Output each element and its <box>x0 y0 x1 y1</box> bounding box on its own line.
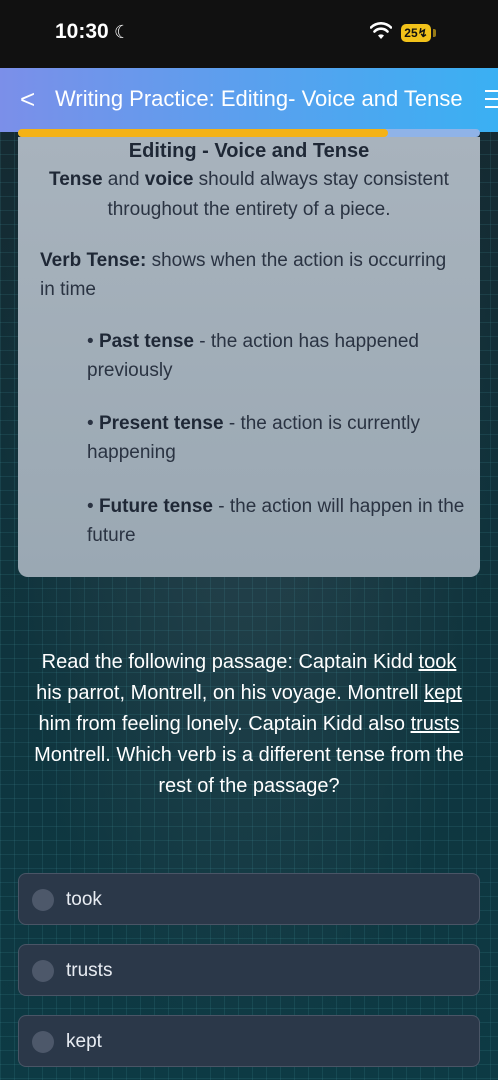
radio-button[interactable] <box>32 889 54 911</box>
verb-tense-definition: Verb Tense: shows when the action is occ… <box>40 250 447 300</box>
progress-fill <box>18 129 388 137</box>
answer-label: trusts <box>66 960 113 981</box>
question-text: Read the following passage: Captain Kidd… <box>34 651 464 797</box>
battery-tip <box>433 29 436 37</box>
term-voice: voice <box>144 169 194 190</box>
answer-option-kept[interactable]: kept <box>18 1015 480 1067</box>
radio-button[interactable] <box>32 1031 54 1053</box>
underlined-verb-kept: kept <box>424 682 462 704</box>
lesson-progress-bar <box>18 129 480 137</box>
underlined-verb-trusts: trusts <box>410 713 460 735</box>
menu-icon[interactable] <box>485 90 498 110</box>
underlined-verb-took: took <box>418 651 457 673</box>
lesson-card: Editing - Voice and Tense Tense and voic… <box>18 137 480 577</box>
answer-label: took <box>66 889 102 910</box>
bullet-present-tense: • Present tense - the action is currentl… <box>87 413 420 463</box>
lesson-title: Editing - Voice and Tense <box>128 140 370 162</box>
term-tense: Tense <box>49 169 103 190</box>
charging-bolt-icon: ↯ <box>417 26 428 40</box>
radio-button[interactable] <box>32 960 54 982</box>
lesson-intro: Tense and voice should always stay consi… <box>49 169 449 220</box>
page-title: Writing Practice: Editing- Voice and Ten… <box>55 86 463 111</box>
battery-icon: 25↯ <box>401 24 431 42</box>
moon-icon: ☾ <box>114 22 131 42</box>
verb-tense-label: Verb Tense: <box>40 250 147 271</box>
back-button[interactable]: < <box>20 86 35 112</box>
app-header: < Writing Practice: Editing- Voice and T… <box>0 68 498 132</box>
answer-option-trusts[interactable]: trusts <box>18 944 480 996</box>
bullet-past-tense: • Past tense - the action has happened p… <box>87 331 419 381</box>
bullet-future-tense: • Future tense - the action will happen … <box>87 496 465 546</box>
status-bar: 10:30 ☾ 25↯ <box>0 0 498 68</box>
answer-label: kept <box>66 1031 102 1052</box>
wifi-icon <box>370 22 392 39</box>
answer-option-took[interactable]: took <box>18 873 480 925</box>
battery-level: 25 <box>404 26 418 40</box>
status-time: 10:30 <box>55 20 109 43</box>
